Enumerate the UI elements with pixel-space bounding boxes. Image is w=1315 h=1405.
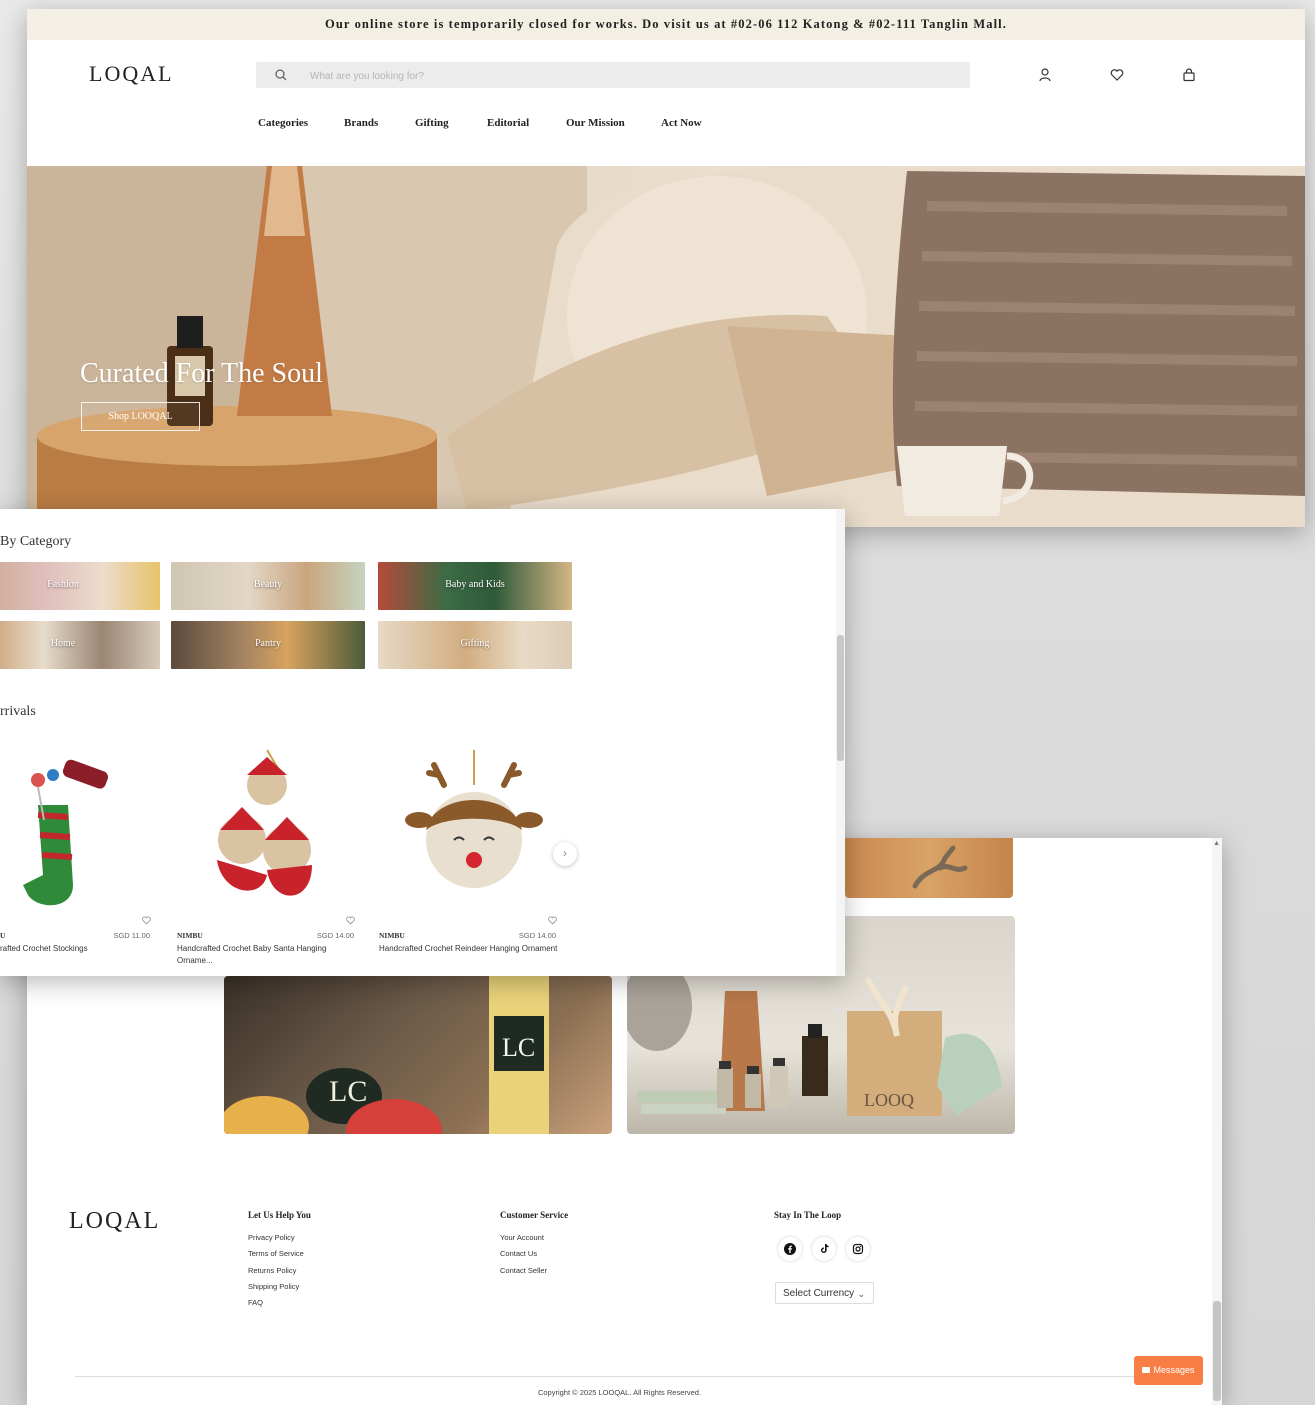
product-image [217,749,312,896]
scrollbar-thumb[interactable] [837,635,844,761]
featured-image-top-right[interactable] [845,838,1013,898]
wishlist-heart-icon[interactable] [547,915,558,926]
svg-text:LC: LC [502,1033,535,1062]
product-card[interactable]: NIMBU SGD 14.00 Handcrafted Crochet Baby… [172,745,362,975]
new-arrivals-title: rrivals [0,704,36,719]
product-name[interactable]: rafted Crochet Stockings [0,943,180,955]
footer-link-faq[interactable]: FAQ [248,1295,311,1311]
category-tile-label: Beauty [253,579,283,590]
footer-link-account[interactable]: Your Account [500,1230,568,1246]
footer-loop-title: Stay In The Loop [774,1210,842,1220]
announcement-bar: Our online store is temporarily closed f… [27,9,1305,40]
product-price: SGD 14.00 [316,931,354,940]
nav-brands[interactable]: Brands [344,117,378,129]
messages-button[interactable]: Messages [1134,1356,1203,1385]
footer-divider [75,1376,1175,1377]
product-name[interactable]: Handcrafted Crochet Baby Santa Hanging O… [177,943,357,967]
category-tile-pantry[interactable]: Pantry [171,621,365,669]
product-image [23,759,109,906]
chat-bubble-icon [1142,1366,1151,1373]
footer-service-title: Customer Service [500,1210,569,1220]
footer-link-privacy[interactable]: Privacy Policy [248,1230,311,1246]
currency-select[interactable]: Select Currency ⌄ [775,1282,874,1304]
facebook-icon[interactable] [778,1237,802,1261]
footer-link-returns[interactable]: Returns Policy [248,1263,311,1279]
product-card[interactable]: NIMBU SGD 14.00 Handcrafted Crochet Rein… [374,745,564,975]
svg-text:LOOQ: LOOQ [864,1090,914,1110]
nav-act-now[interactable]: Act Now [661,117,702,129]
search-bar[interactable] [256,62,970,90]
product-image [405,750,543,888]
featured-image-pantry[interactable]: LC LC [224,976,612,1134]
footer-help-column: Let Us Help You Privacy Policy Terms of … [248,1210,311,1311]
footer-logo[interactable]: LOQAL [69,1208,160,1235]
scrollbar[interactable]: ▲ [1212,838,1222,1405]
category-tile-home[interactable]: Home [0,621,160,669]
footer-loop-column: Stay In The Loop [774,1210,841,1230]
category-tile-gifting[interactable]: Gifting [378,621,572,669]
tiktok-icon[interactable] [812,1237,836,1261]
footer-link-contact-seller[interactable]: Contact Seller [500,1263,568,1279]
scrollbar[interactable] [836,509,845,976]
wishlist-heart-icon[interactable] [1109,67,1125,83]
currency-select-value: Select Currency [783,1288,855,1299]
footer-link-contact-us[interactable]: Contact Us [500,1246,568,1262]
product-name[interactable]: Handcrafted Crochet Reindeer Hanging Orn… [379,943,559,955]
footer-link-terms[interactable]: Terms of Service [248,1246,311,1262]
category-tile-label: Fashion [47,579,79,590]
carousel-next-button[interactable]: › [553,842,577,866]
footer-link-shipping[interactable]: Shipping Policy [248,1279,311,1295]
scrollbar-thumb[interactable] [1213,1301,1221,1401]
hero-shop-button[interactable]: Shop LOOQAL [81,402,200,431]
search-input[interactable] [308,62,912,90]
nav-editorial[interactable]: Editorial [487,117,529,129]
hero-title: Curated For The Soul [80,358,323,389]
product-price: SGD 11.00 [113,931,150,940]
chevron-right-icon: › [563,846,567,860]
footer-help-title: Let Us Help You [248,1210,311,1220]
nav-our-mission[interactable]: Our Mission [566,117,625,129]
product-card[interactable]: U SGD 11.00 rafted Crochet Stockings [0,745,158,975]
svg-text:LC: LC [329,1075,367,1108]
copyright-text: Copyright © 2025 LOOQAL. All Rights Rese… [537,1388,702,1397]
category-tile-baby-kids[interactable]: Baby and Kids [378,562,572,610]
instagram-icon[interactable] [846,1237,870,1261]
category-tile-label: Gifting [460,638,490,649]
category-tile-label: Pantry [254,638,282,649]
messages-button-label: Messages [1153,1365,1195,1375]
hero-banner: Curated For The Soul Shop LOOQAL [27,166,1305,527]
product-price: SGD 14.00 [518,931,556,940]
category-tile-fashion[interactable]: Fashion [0,562,160,610]
search-icon [275,69,287,81]
chevron-down-icon: ⌄ [857,1289,865,1299]
product-brand: U [0,931,6,940]
wishlist-heart-icon[interactable] [141,915,152,926]
category-tile-label: Home [50,638,76,649]
product-brand: NIMBU [379,931,405,940]
hero-image [27,166,1305,527]
account-icon[interactable] [1037,67,1053,83]
nav-gifting[interactable]: Gifting [415,117,449,129]
categories-window: By Category Fashion Beauty Baby and Kids… [0,509,845,976]
product-brand: NIMBU [177,931,203,940]
nav-categories[interactable]: Categories [258,117,308,129]
by-category-title: By Category [0,534,72,549]
cart-bag-icon[interactable] [1181,67,1197,83]
homepage-top-window: Our online store is temporarily closed f… [27,9,1305,527]
footer-service-column: Customer Service Your Account Contact Us… [500,1210,568,1279]
category-tile-beauty[interactable]: Beauty [171,562,365,610]
site-logo[interactable]: LOQAL [89,61,174,87]
scroll-up-icon[interactable]: ▲ [1213,840,1220,847]
category-tile-label: Baby and Kids [445,579,505,590]
wishlist-heart-icon[interactable] [345,915,356,926]
